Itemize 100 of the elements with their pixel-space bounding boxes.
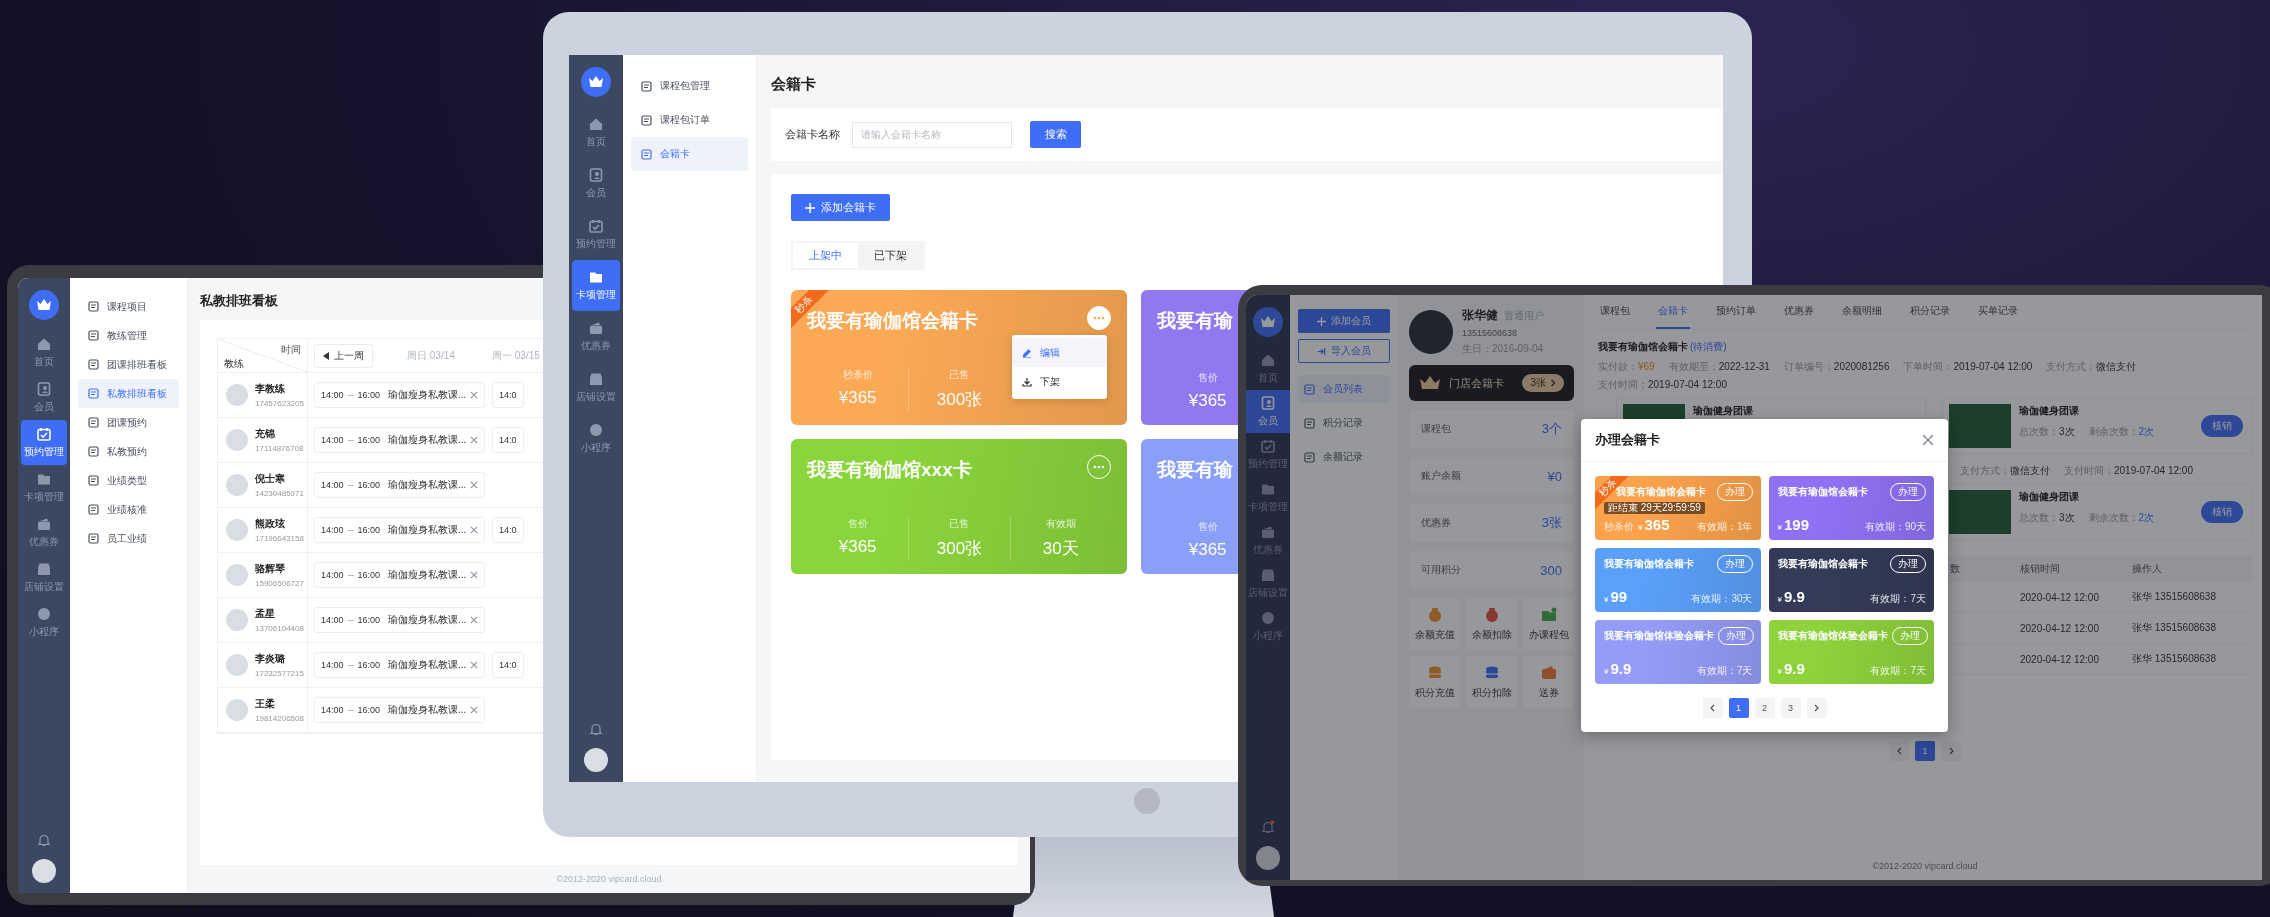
close-icon[interactable] (470, 661, 479, 669)
action-button[interactable]: 送券 (1523, 656, 1574, 708)
action-button[interactable]: 余额扣除 (1466, 598, 1517, 650)
menu-item[interactable]: 编辑 (1012, 338, 1107, 367)
stat-value: 300张 (936, 538, 983, 560)
submenu-item[interactable]: 会员列表 (1298, 375, 1390, 403)
submenu-item[interactable]: 积分记录 (1298, 409, 1390, 437)
card-count-button[interactable]: 3张 (1522, 374, 1564, 392)
field-value: 2022-12-31 (1718, 361, 1770, 372)
add-card-button[interactable]: 添加会籍卡 (791, 194, 890, 221)
nav-item[interactable]: 首页 (572, 107, 620, 158)
page-title: 私教排班看板 (200, 292, 278, 310)
nav-item[interactable]: 预约管理 (572, 209, 620, 260)
close-icon[interactable] (470, 436, 479, 444)
submenu-item[interactable]: 课程包管理 (631, 69, 748, 103)
nav-item[interactable]: 会员 (21, 375, 67, 420)
nav-item[interactable]: 小程序 (21, 600, 67, 645)
prev-week-button[interactable]: 上一周 (314, 343, 373, 368)
submenu-item[interactable]: 课程项目 (78, 292, 179, 321)
nav-item[interactable]: 会员 (572, 158, 620, 209)
nav-item[interactable]: 卡项管理 (572, 260, 620, 311)
submenu-item[interactable]: 私教预约 (78, 437, 179, 466)
schedule-slot[interactable]: 14:00 16:00 瑜伽瘦身私教课... (314, 562, 486, 588)
submenu-item[interactable]: 私教排班看板 (78, 379, 179, 408)
tab[interactable]: 余额明细 (1840, 295, 1884, 329)
nav-item[interactable]: 店铺设置 (21, 555, 67, 600)
menu-item[interactable]: 下架 (1012, 367, 1107, 396)
tab[interactable]: 上架中 (793, 243, 858, 268)
tab[interactable]: 买单记录 (1976, 295, 2020, 329)
schedule-slot[interactable]: 14:00 16:00 瑜伽瘦身私教课... (314, 517, 486, 543)
tab[interactable]: 积分记录 (1908, 295, 1952, 329)
calendar-check-icon (36, 426, 52, 442)
schedule-slot[interactable]: 14:00 16:00 瑜伽瘦身私教课... (314, 427, 486, 453)
schedule-slot[interactable]: 14:00 16:00 瑜伽瘦身私教课... (314, 652, 486, 678)
card-title: 我要有瑜伽馆xxx卡 (807, 458, 972, 482)
nav-item[interactable]: 小程序 (572, 413, 620, 464)
nav-item[interactable]: 首页 (21, 330, 67, 375)
schedule-slot[interactable]: 14:00 16:00 瑜伽瘦身私教课... (314, 472, 486, 498)
schedule-slot[interactable]: 14:0 (492, 517, 524, 543)
redeem-button[interactable]: 核销 (2201, 415, 2243, 437)
action-button[interactable]: 余额充值 (1409, 598, 1460, 650)
tab[interactable]: 已下架 (858, 243, 923, 268)
bell-icon[interactable] (1261, 820, 1275, 834)
submenu-item[interactable]: 团课预约 (78, 408, 179, 437)
action-button[interactable]: 积分充值 (1409, 656, 1460, 708)
calendar-check-icon (1260, 438, 1276, 454)
avatar[interactable] (584, 748, 608, 772)
nav-item[interactable]: 优惠券 (572, 311, 620, 362)
page-icon (1304, 383, 1315, 395)
close-icon[interactable] (470, 481, 479, 489)
close-icon[interactable] (470, 571, 479, 579)
tab[interactable]: 优惠券 (1782, 295, 1816, 329)
submenu-item[interactable]: 团课排班看板 (78, 350, 179, 379)
search-field[interactable]: 请输入会籍卡名称 (852, 121, 1012, 148)
field-value: 2020081256 (1833, 361, 1890, 372)
schedule-slot[interactable]: 14:0 (492, 427, 524, 453)
submenu-item[interactable]: 员工业绩 (78, 524, 179, 553)
close-icon[interactable] (470, 706, 479, 714)
bell-icon[interactable] (589, 722, 603, 736)
nav-item[interactable]: 卡项管理 (21, 465, 67, 510)
schedule-slot[interactable]: 14:0 (492, 652, 524, 678)
avatar[interactable] (32, 859, 56, 883)
page-icon (1304, 451, 1315, 463)
close-icon[interactable] (1922, 434, 1934, 446)
bell-icon[interactable] (37, 833, 51, 847)
redeem-button[interactable]: 核销 (2201, 501, 2243, 523)
more-button[interactable] (1087, 306, 1111, 330)
close-icon[interactable] (470, 616, 479, 624)
avatar[interactable] (1256, 846, 1280, 870)
prev-page-button[interactable] (1702, 698, 1723, 718)
prev-page-button[interactable] (1889, 741, 1909, 761)
nav-item[interactable]: 会员 (1246, 390, 1290, 433)
close-icon[interactable] (470, 391, 479, 399)
submenu-item[interactable]: 教练管理 (78, 321, 179, 350)
action-button[interactable]: 办课程包 (1523, 598, 1574, 650)
submenu-item[interactable]: 会籍卡 (631, 137, 748, 171)
nav-item[interactable]: 优惠券 (21, 510, 67, 555)
submenu-item[interactable]: 业绩类型 (78, 466, 179, 495)
submenu-item[interactable]: 业绩核准 (78, 495, 179, 524)
page-button[interactable]: 3 (1780, 698, 1801, 718)
page-button[interactable]: 1 (1728, 698, 1749, 718)
nav-item[interactable]: 店铺设置 (572, 362, 620, 413)
nav-item[interactable]: 预约管理 (21, 420, 67, 465)
schedule-slot[interactable]: 14:00 16:00 瑜伽瘦身私教课... (314, 382, 486, 408)
add-member-button[interactable]: 添加会员 (1298, 309, 1390, 333)
store-card-banner[interactable]: 门店会籍卡 3张 (1409, 365, 1574, 401)
next-page-button[interactable] (1941, 741, 1961, 761)
submenu-item[interactable]: 课程包订单 (631, 103, 748, 137)
schedule-slot[interactable]: 14:00 16:00 瑜伽瘦身私教课... (314, 697, 486, 723)
schedule-slot[interactable]: 14:00 16:00 瑜伽瘦身私教课... (314, 607, 486, 633)
page-button[interactable]: 2 (1754, 698, 1775, 718)
import-member-button[interactable]: 导入会员 (1298, 339, 1390, 363)
search-button[interactable]: 搜索 (1030, 121, 1081, 148)
action-button[interactable]: 积分扣除 (1466, 656, 1517, 708)
close-icon[interactable] (470, 526, 479, 534)
submenu-item[interactable]: 余额记录 (1298, 443, 1390, 471)
stat-label: 售价 (1197, 371, 1218, 385)
schedule-slot[interactable]: 14:0 (492, 382, 524, 408)
next-page-button[interactable] (1806, 698, 1827, 718)
page-button[interactable]: 1 (1915, 741, 1935, 761)
